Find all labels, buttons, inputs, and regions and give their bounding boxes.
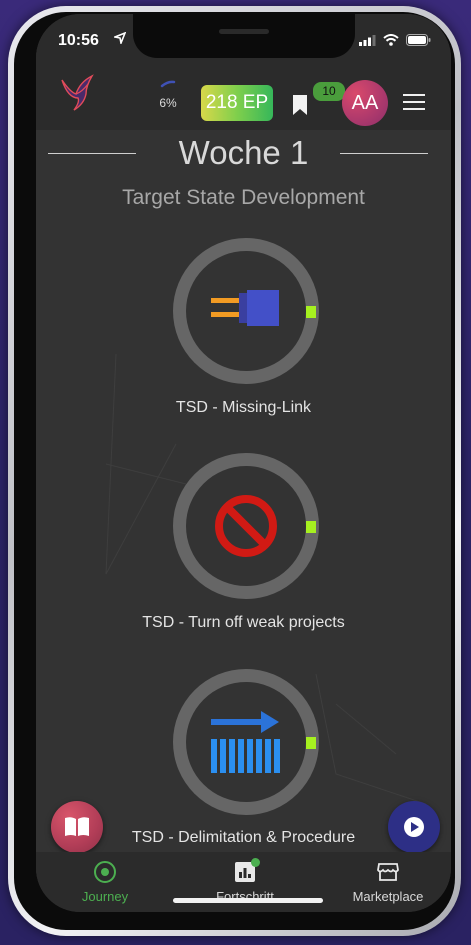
- title-divider-right: [340, 153, 428, 154]
- status-icons: [359, 34, 431, 46]
- nav-marketplace[interactable]: Marketplace: [340, 860, 436, 904]
- book-icon: [65, 817, 89, 836]
- plug-icon: [211, 290, 279, 326]
- module-label[interactable]: TSD - Turn off weak projects: [36, 614, 451, 632]
- ep-badge[interactable]: 218 EP: [201, 85, 273, 121]
- status-time: 10:56: [58, 32, 99, 49]
- progress-percent: 6%: [159, 96, 177, 110]
- nav-journey[interactable]: Journey: [70, 860, 140, 904]
- bottom-navigation: Journey Fortschritt Marketplace: [36, 852, 451, 912]
- play-icon: [404, 817, 424, 837]
- book-button[interactable]: [51, 801, 103, 853]
- nav-marketplace-label: Marketplace: [352, 889, 424, 904]
- target-icon: [94, 861, 116, 883]
- notification-dot: [251, 858, 260, 867]
- module-node-inner: [186, 251, 306, 371]
- app-header: 6% 218 EP 10 AA: [36, 66, 451, 130]
- speaker: [219, 29, 269, 34]
- overall-progress: 6%: [146, 76, 190, 116]
- module-label[interactable]: TSD - Missing-Link: [36, 399, 451, 417]
- flag-button[interactable]: 10: [291, 80, 347, 124]
- week-subtitle: Target State Development: [122, 186, 365, 209]
- module-progress-tick: [306, 306, 316, 318]
- prohibited-icon: [215, 495, 277, 557]
- hamburger-menu-icon[interactable]: [403, 94, 425, 110]
- module-node-inner: [186, 466, 306, 586]
- module-node-inner: [186, 682, 306, 802]
- wifi-icon: [383, 34, 399, 46]
- signal-icon: [359, 34, 376, 46]
- user-avatar[interactable]: AA: [342, 80, 388, 126]
- module-node-missing-link[interactable]: [173, 238, 319, 384]
- notch: [133, 14, 355, 58]
- location-arrow-icon: [114, 32, 126, 44]
- bird-logo-icon[interactable]: [58, 72, 98, 116]
- app-screen: 10:56 6% 218 EP 10 AA Woche 1 Target Sta…: [36, 14, 451, 912]
- module-progress-tick: [306, 737, 316, 749]
- module-progress-tick: [306, 521, 316, 533]
- progress-arc-icon: [160, 80, 176, 88]
- store-icon: [377, 863, 399, 881]
- boxes-arrow-icon: [211, 711, 280, 773]
- module-node-delimitation[interactable]: [173, 669, 319, 815]
- battery-icon: [406, 34, 431, 46]
- home-indicator[interactable]: [173, 898, 323, 903]
- nav-journey-label: Journey: [81, 889, 129, 904]
- module-node-turn-off[interactable]: [173, 453, 319, 599]
- play-button[interactable]: [388, 801, 440, 853]
- bookmark-flag-icon: [293, 95, 307, 115]
